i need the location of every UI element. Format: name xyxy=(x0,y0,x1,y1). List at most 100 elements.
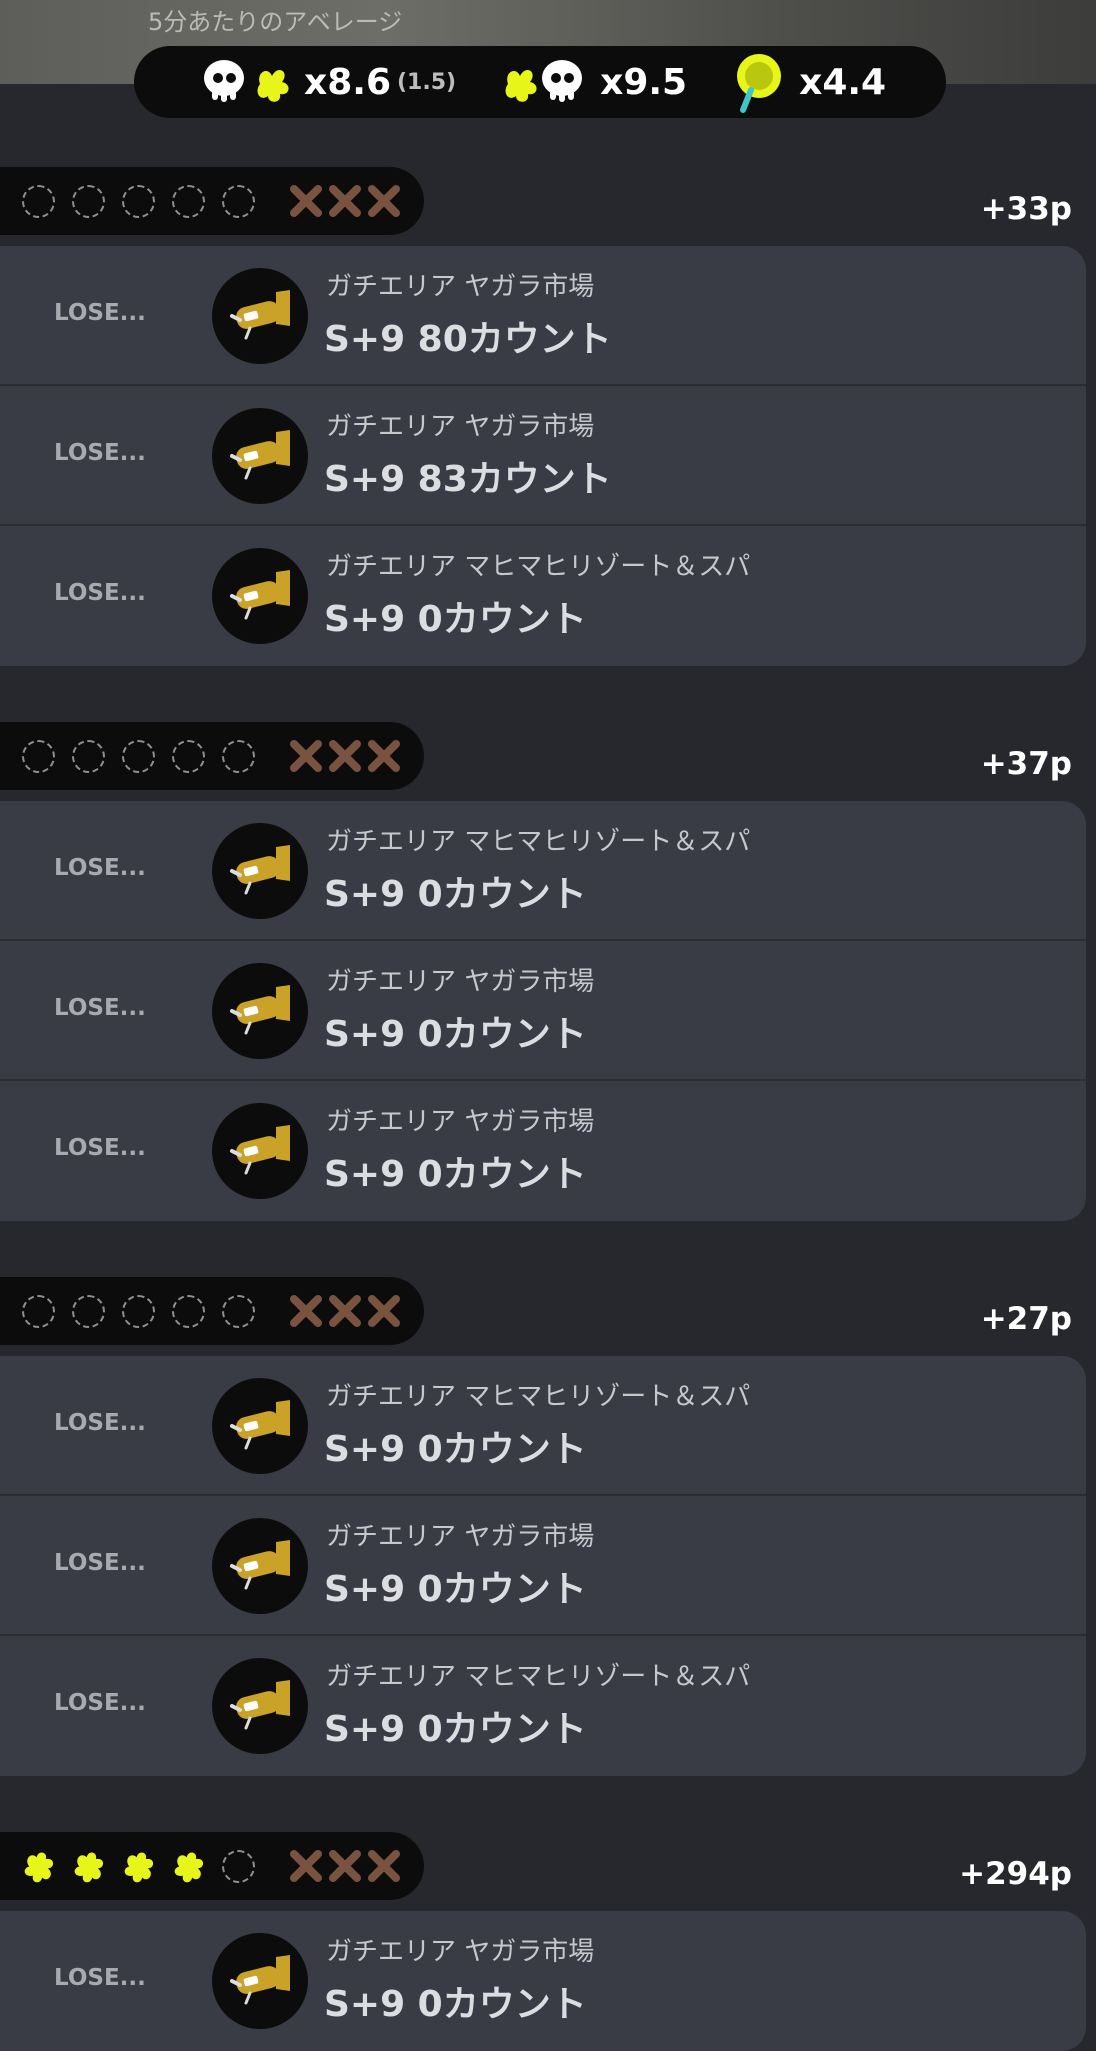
series-points: +33p xyxy=(980,191,1072,227)
match-mode-stage: ガチエリア ヤガラ市場 xyxy=(326,1522,595,1552)
series-header: +33p xyxy=(0,167,1096,246)
empty-slot-circle xyxy=(122,739,155,773)
series-points: +294p xyxy=(959,1856,1072,1892)
squid-kill-icon xyxy=(198,54,294,110)
match-result: LOSE... xyxy=(54,1410,146,1436)
empty-slot-circle xyxy=(22,739,55,773)
match-mode-stage: ガチエリア ヤガラ市場 xyxy=(326,1107,595,1137)
weapon-icon xyxy=(212,1518,308,1614)
match-row[interactable]: LOSE... ガチエリア マヒマヒリゾート＆スパ S+9 0カウント xyxy=(0,1356,1086,1496)
loss-x-icon xyxy=(288,1293,324,1329)
match-result: LOSE... xyxy=(54,1550,146,1576)
empty-slot-circle xyxy=(72,184,105,218)
match-result: LOSE... xyxy=(54,995,146,1021)
splat-death-icon xyxy=(494,54,590,110)
empty-win-slot xyxy=(20,1293,57,1330)
weapon-icon xyxy=(212,1378,308,1474)
empty-win-slot xyxy=(120,738,157,775)
empty-slot-circle xyxy=(222,739,255,773)
match-mode-stage: ガチエリア マヒマヒリゾート＆スパ xyxy=(326,827,751,857)
empty-slot-circle xyxy=(172,739,205,773)
series-points: +27p xyxy=(980,1301,1072,1337)
weapon-icon xyxy=(212,408,308,504)
loss-marks xyxy=(288,738,405,774)
death-value: x9.5 xyxy=(600,61,688,103)
ink-splat-win-icon xyxy=(70,1848,107,1885)
empty-slot-circle xyxy=(72,1294,105,1328)
series-block: +37p LOSE... ガチエリア マヒマヒリゾート＆スパ S+9 0カウント LOS… xyxy=(0,722,1096,1221)
special-stat: x4.4 xyxy=(725,50,886,114)
loss-marks xyxy=(288,1293,405,1329)
match-list: LOSE... ガチエリア ヤガラ市場 S+9 80カウント LOSE... ガチエリア… xyxy=(0,246,1086,666)
loss-x-icon xyxy=(288,1848,324,1884)
match-row[interactable]: LOSE... ガチエリア マヒマヒリゾート＆スパ S+9 0カウント xyxy=(0,526,1086,666)
kill-assist-stat: x8.6 (1.5) xyxy=(198,54,456,110)
special-value: x4.4 xyxy=(799,61,887,103)
empty-slot-circle xyxy=(172,1294,205,1328)
empty-win-slot xyxy=(220,1293,257,1330)
series-block: +33p LOSE... ガチエリア ヤガラ市場 S+9 80カウント LOSE... ガ… xyxy=(0,167,1096,666)
series-progress-pill xyxy=(0,1832,424,1900)
rank-count: S+9 0カウント xyxy=(324,1429,587,1470)
series-header: +27p xyxy=(0,1277,1096,1356)
empty-slot-circle xyxy=(122,1294,155,1328)
loss-x-icon xyxy=(327,1848,363,1884)
rank-count: S+9 0カウント xyxy=(324,874,587,915)
weapon-icon xyxy=(212,268,308,364)
match-result: LOSE... xyxy=(54,855,146,881)
match-row[interactable]: LOSE... ガチエリア ヤガラ市場 S+9 80カウント xyxy=(0,246,1086,386)
match-row[interactable]: LOSE... ガチエリア マヒマヒリゾート＆スパ S+9 0カウント xyxy=(0,1636,1086,1776)
series-block: +294p LOSE... ガチエリア ヤガラ市場 S+9 0カウント xyxy=(0,1832,1096,2051)
weapon-icon xyxy=(212,1103,308,1199)
kill-assist-value: x8.6 xyxy=(304,61,391,103)
stats-bar: x8.6 (1.5) x9.5 x4.4 xyxy=(134,46,946,118)
loss-x-icon xyxy=(288,738,324,774)
weapon-icon xyxy=(212,548,308,644)
rank-count: S+9 0カウント xyxy=(324,1984,587,2025)
match-result: LOSE... xyxy=(54,1965,146,1991)
empty-win-slot xyxy=(170,183,207,220)
loss-x-icon xyxy=(288,183,324,219)
match-row[interactable]: LOSE... ガチエリア ヤガラ市場 S+9 0カウント xyxy=(0,1081,1086,1221)
match-result: LOSE... xyxy=(54,440,146,466)
match-result: LOSE... xyxy=(54,1690,146,1716)
empty-win-slot xyxy=(20,183,57,220)
average-label: 5分あたりのアベレージ xyxy=(148,8,403,36)
rank-count: S+9 80カウント xyxy=(324,319,612,360)
match-mode-stage: ガチエリア マヒマヒリゾート＆スパ xyxy=(326,1662,751,1692)
match-mode-stage: ガチエリア マヒマヒリゾート＆スパ xyxy=(326,1382,751,1412)
empty-slot-circle xyxy=(22,1294,55,1328)
series-header: +294p xyxy=(0,1832,1096,1911)
match-row[interactable]: LOSE... ガチエリア ヤガラ市場 S+9 83カウント xyxy=(0,386,1086,526)
empty-win-slot xyxy=(170,1293,207,1330)
empty-win-slot xyxy=(120,183,157,220)
rank-count: S+9 83カウント xyxy=(324,459,612,500)
ink-splat-win-icon xyxy=(120,1848,157,1885)
empty-slot-circle xyxy=(72,739,105,773)
empty-win-slot xyxy=(70,738,107,775)
assist-value: (1.5) xyxy=(397,69,457,95)
match-mode-stage: ガチエリア マヒマヒリゾート＆スパ xyxy=(326,552,751,582)
empty-slot-circle xyxy=(22,184,55,218)
match-row[interactable]: LOSE... ガチエリア マヒマヒリゾート＆スパ S+9 0カウント xyxy=(0,801,1086,941)
match-row[interactable]: LOSE... ガチエリア ヤガラ市場 S+9 0カウント xyxy=(0,1496,1086,1636)
empty-win-slot xyxy=(220,183,257,220)
series-header: +37p xyxy=(0,722,1096,801)
empty-win-slot xyxy=(220,738,257,775)
match-row[interactable]: LOSE... ガチエリア ヤガラ市場 S+9 0カウント xyxy=(0,1911,1086,2051)
series-progress-pill xyxy=(0,722,424,790)
loss-marks xyxy=(288,1848,405,1884)
match-mode-stage: ガチエリア ヤガラ市場 xyxy=(326,412,595,442)
match-result: LOSE... xyxy=(54,580,146,606)
empty-win-slot xyxy=(70,1293,107,1330)
empty-slot-circle xyxy=(222,1849,255,1883)
match-row[interactable]: LOSE... ガチエリア ヤガラ市場 S+9 0カウント xyxy=(0,941,1086,1081)
weapon-icon xyxy=(212,1933,308,2029)
weapon-icon xyxy=(212,823,308,919)
empty-win-slot xyxy=(120,1293,157,1330)
loss-x-icon xyxy=(366,738,402,774)
empty-slot-circle xyxy=(222,184,255,218)
weapon-icon xyxy=(212,963,308,1059)
rank-count: S+9 0カウント xyxy=(324,1014,587,1055)
loss-x-icon xyxy=(327,183,363,219)
